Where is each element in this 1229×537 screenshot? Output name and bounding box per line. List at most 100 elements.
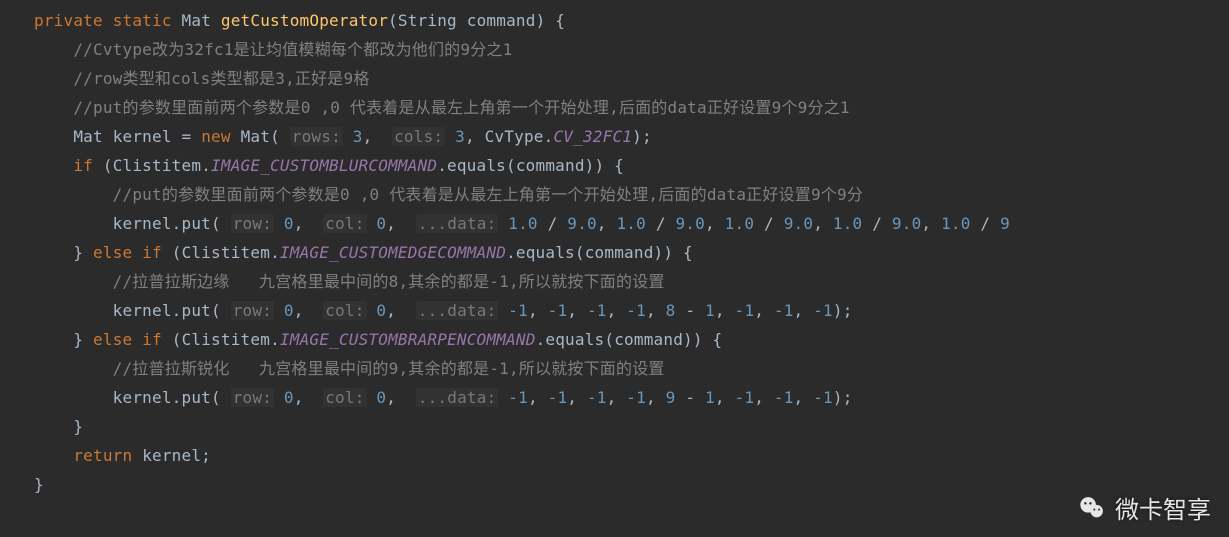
keyword-return: return (73, 446, 132, 465)
hint-row: row: (231, 214, 274, 233)
code-line: kernel.put( row: 0, col: 0, ...data: 1.0… (34, 214, 1010, 233)
code-line: } (34, 475, 44, 494)
literal: 9.0 (676, 214, 706, 233)
method-call: kernel.put( (113, 388, 221, 407)
literal: -1 (626, 388, 646, 407)
hint-cols: cols: (392, 127, 445, 146)
literal: 0 (284, 301, 294, 320)
literal: -1 (813, 301, 833, 320)
comment: //Cvtype改为32fc1是让均值模糊每个都改为他们的9分之1 (73, 40, 512, 59)
literal: 9.0 (784, 214, 814, 233)
code-line: } else if (Clistitem.IMAGE_CUSTOMBRARPEN… (34, 330, 722, 349)
brace-open: { (555, 11, 565, 30)
literal: 8 (666, 301, 676, 320)
hint-data: ...data: (416, 301, 499, 320)
code-line: kernel.put( row: 0, col: 0, ...data: -1,… (34, 301, 853, 320)
comment: //put的参数里面前两个参数是0 ,0 代表着是从最左上角第一个开始处理,后面… (73, 98, 849, 117)
code-editor[interactable]: private static Mat getCustomOperator(Str… (0, 0, 1229, 499)
op: / (548, 214, 558, 233)
code-line: //拉普拉斯锐化 九宫格里最中间的9,其余的都是-1,所以就按下面的设置 (34, 359, 665, 378)
hint-col: col: (323, 301, 366, 320)
constant: IMAGE_CUSTOMEDGECOMMAND (280, 243, 506, 262)
keyword-private: private (34, 11, 103, 30)
code-line: //拉普拉斯边缘 九宫格里最中间的8,其余的都是-1,所以就按下面的设置 (34, 272, 665, 291)
literal: 0 (284, 388, 294, 407)
literal: -1 (548, 301, 568, 320)
literal: 9 (666, 388, 676, 407)
code-line: //row类型和cols类型都是3,正好是9格 (34, 69, 370, 88)
literal: 0 (376, 214, 386, 233)
hint-data: ...data: (416, 388, 499, 407)
literal: 1.0 (833, 214, 863, 233)
var-type: Mat (73, 127, 103, 146)
var-name: kernel (113, 127, 172, 146)
keyword-if: if (142, 243, 162, 262)
code-line: } (34, 417, 83, 436)
brace-close: } (34, 475, 44, 494)
literal: -1 (735, 388, 755, 407)
method-call: .equals(command)) { (506, 243, 693, 262)
op: / (656, 214, 666, 233)
literal: -1 (508, 301, 528, 320)
code-line: //put的参数里面前两个参数是0 ,0 代表着是从最左上角第一个开始处理,后面… (34, 98, 850, 117)
tail: ); (833, 388, 853, 407)
literal: -1 (587, 388, 607, 407)
literal: 9.0 (567, 214, 597, 233)
literal: 0 (284, 214, 294, 233)
literal: 3 (455, 127, 465, 146)
literal: -1 (735, 301, 755, 320)
hint-row: row: (231, 388, 274, 407)
constructor: Mat (241, 127, 271, 146)
param-type: String (398, 11, 457, 30)
op: / (980, 214, 990, 233)
method-call: .equals(command)) { (437, 156, 624, 175)
constant: IMAGE_CUSTOMBRARPENCOMMAND (280, 330, 536, 349)
literal: 1.0 (508, 214, 538, 233)
literal: 0 (376, 301, 386, 320)
literal: -1 (548, 388, 568, 407)
literal: 1.0 (616, 214, 646, 233)
assign-op: = (182, 127, 192, 146)
watermark: 微卡智享 (1077, 490, 1211, 525)
literal: 1.0 (725, 214, 755, 233)
literal: -1 (626, 301, 646, 320)
return-expr: kernel; (142, 446, 211, 465)
keyword-if: if (142, 330, 162, 349)
keyword-new: new (201, 127, 231, 146)
op: - (685, 301, 695, 320)
code-line: //put的参数里面前两个参数是0 ,0 代表着是从最左上角第一个开始处理,后面… (34, 185, 863, 204)
literal: 9.0 (892, 214, 922, 233)
keyword-static: static (113, 11, 172, 30)
brace-close: } (73, 243, 83, 262)
method-call: kernel.put( (113, 214, 221, 233)
keyword-else: else (93, 330, 132, 349)
brace-close: } (73, 417, 83, 436)
literal: 1 (705, 388, 715, 407)
method-name: getCustomOperator (221, 11, 388, 30)
class-ref: CvType (485, 127, 544, 146)
op: / (872, 214, 882, 233)
brace-close: } (73, 330, 83, 349)
comment: //put的参数里面前两个参数是0 ,0 代表着是从最左上角第一个开始处理,后面… (113, 185, 863, 204)
op: / (764, 214, 774, 233)
comment: //拉普拉斯锐化 九宫格里最中间的9,其余的都是-1,所以就按下面的设置 (113, 359, 665, 378)
hint-row: row: (231, 301, 274, 320)
literal: -1 (774, 301, 794, 320)
literal: -1 (587, 301, 607, 320)
tail: ); (632, 127, 652, 146)
hint-col: col: (323, 214, 366, 233)
code-line: //Cvtype改为32fc1是让均值模糊每个都改为他们的9分之1 (34, 40, 512, 59)
hint-data: ...data: (416, 214, 499, 233)
hint-rows: rows: (290, 127, 343, 146)
class-ref: Clistitem (182, 330, 271, 349)
code-line: if (Clistitem.IMAGE_CUSTOMBLURCOMMAND.eq… (34, 156, 624, 175)
comment: //row类型和cols类型都是3,正好是9格 (73, 69, 369, 88)
comment: //拉普拉斯边缘 九宫格里最中间的8,其余的都是-1,所以就按下面的设置 (113, 272, 665, 291)
hint-col: col: (323, 388, 366, 407)
class-ref: Clistitem (182, 243, 271, 262)
literal: -1 (774, 388, 794, 407)
code-line: Mat kernel = new Mat( rows: 3, cols: 3, … (34, 127, 652, 146)
method-call: .equals(command)) { (536, 330, 723, 349)
wechat-icon (1077, 493, 1107, 523)
code-line: return kernel; (34, 446, 211, 465)
